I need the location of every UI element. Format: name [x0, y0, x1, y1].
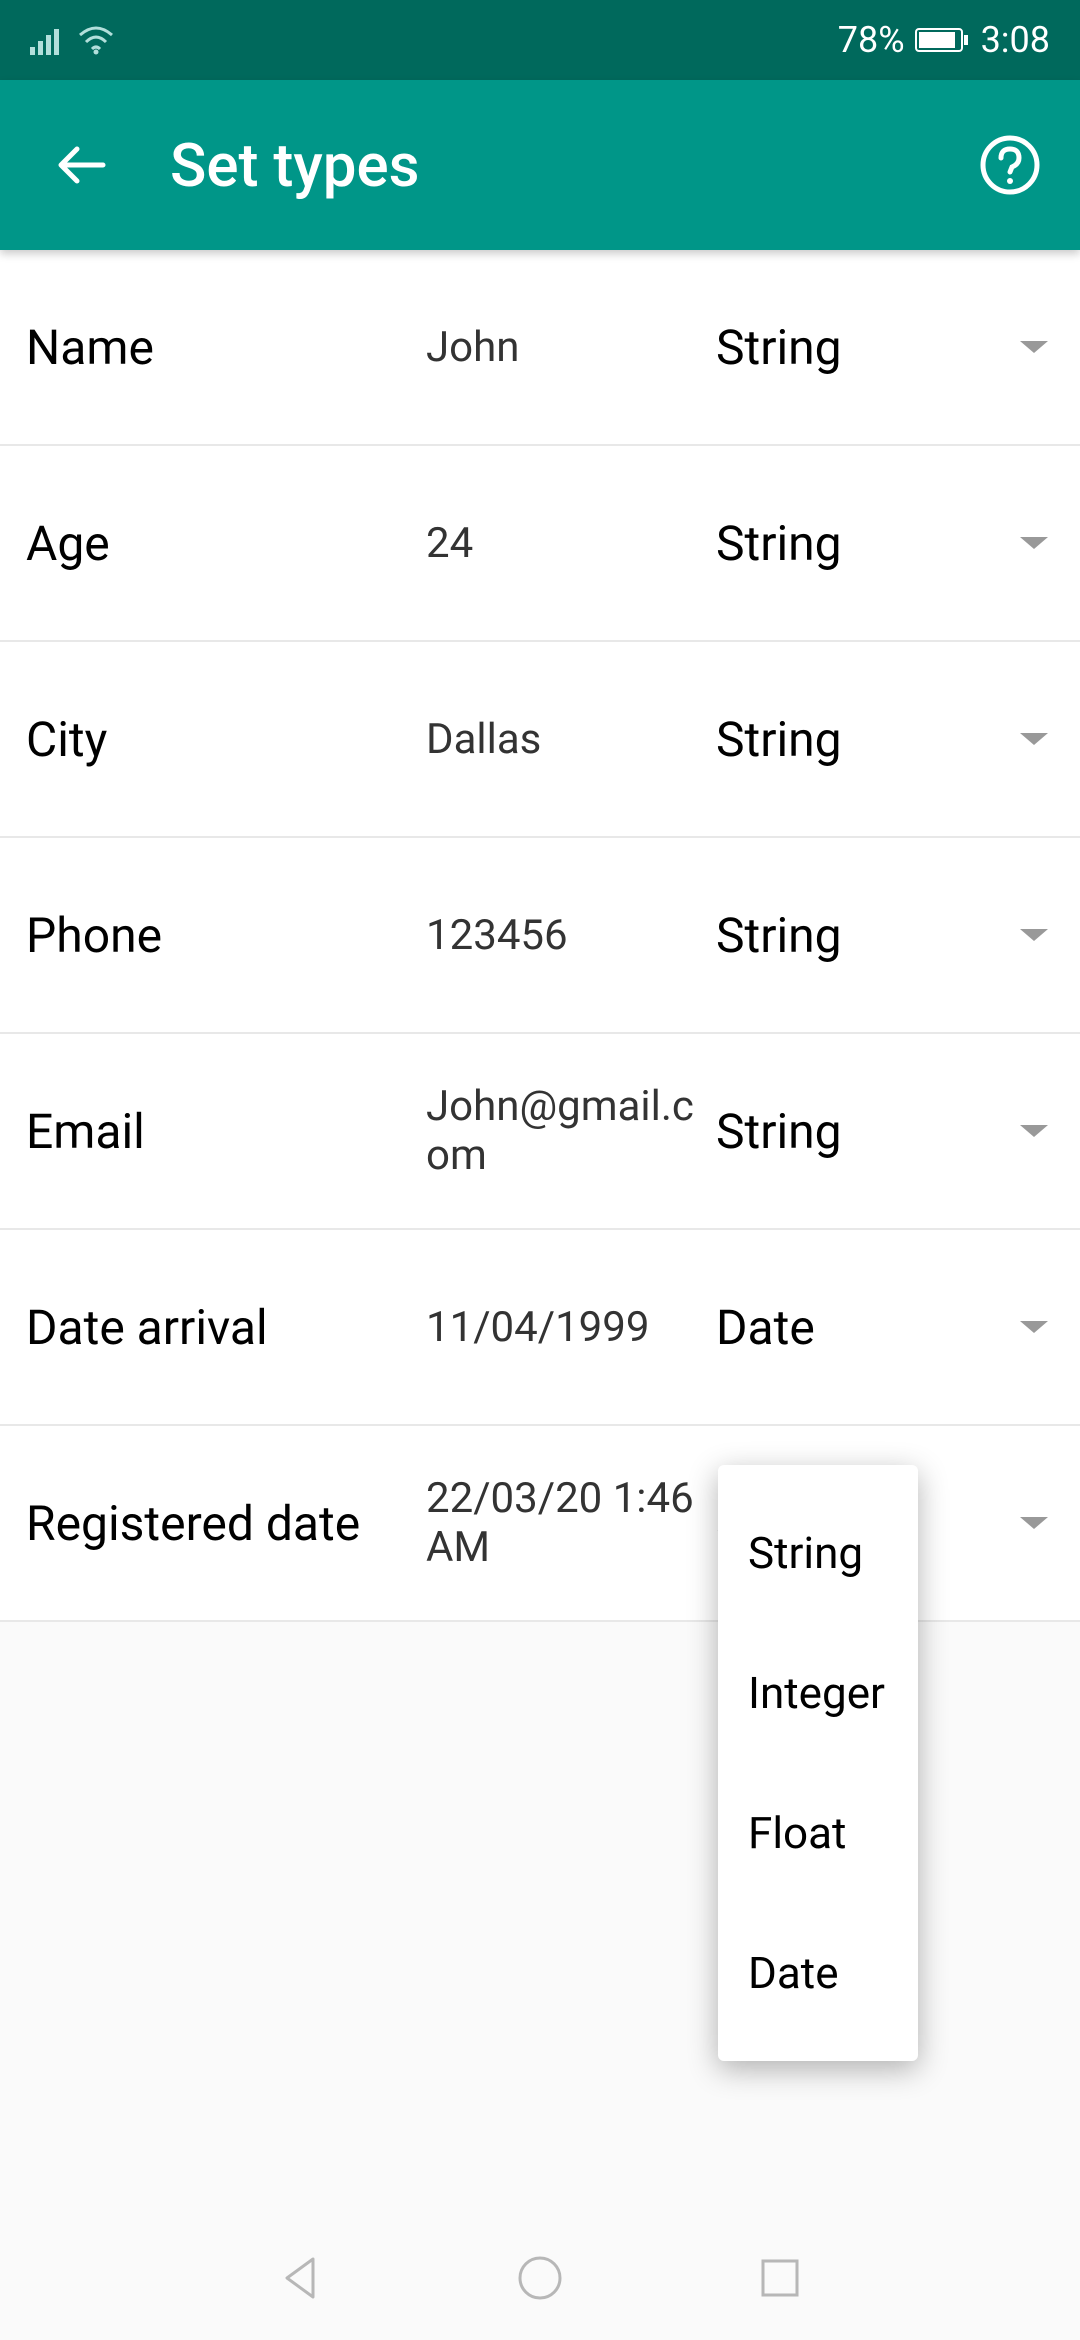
type-selector[interactable]: String [716, 907, 1050, 964]
type-selector[interactable]: String [716, 711, 1050, 768]
type-row-registered-date[interactable]: Registered date 22/03/20 1:46 AM String [0, 1426, 1080, 1622]
dropdown-option-float[interactable]: Float [718, 1763, 918, 1903]
row-value: John@gmail.com [426, 1082, 716, 1180]
type-row-city[interactable]: City Dallas String [0, 642, 1080, 838]
type-selector[interactable]: String [716, 319, 1050, 376]
chevron-down-icon [1018, 1121, 1050, 1141]
type-text: String [716, 711, 842, 768]
wifi-icon [76, 25, 116, 55]
nav-back-button[interactable] [275, 2253, 325, 2307]
row-value: 22/03/20 1:46 AM [426, 1474, 716, 1572]
help-icon [979, 134, 1041, 196]
dropdown-option-date[interactable]: Date [718, 1903, 918, 2043]
row-label: Phone [26, 907, 426, 964]
nav-recent-icon [755, 2253, 805, 2303]
chevron-down-icon [1018, 337, 1050, 357]
navigation-bar [0, 2220, 1080, 2340]
type-row-name[interactable]: Name John String [0, 250, 1080, 446]
dropdown-option-integer[interactable]: Integer [718, 1623, 918, 1763]
chevron-down-icon [1018, 1317, 1050, 1337]
type-selector[interactable]: String [716, 1103, 1050, 1160]
nav-back-icon [275, 2253, 325, 2303]
type-selector[interactable]: String [716, 515, 1050, 572]
type-dropdown-popup: String Integer Float Date [718, 1465, 918, 2061]
row-value: Dallas [426, 715, 716, 764]
row-label: Age [26, 515, 426, 572]
type-text: String [716, 319, 842, 376]
type-text: Date [716, 1299, 815, 1356]
chevron-down-icon [1018, 533, 1050, 553]
chevron-down-icon [1018, 925, 1050, 945]
clock: 3:08 [981, 19, 1050, 61]
back-button[interactable] [30, 138, 130, 192]
type-selector[interactable]: Date [716, 1299, 1050, 1356]
type-row-phone[interactable]: Phone 123456 String [0, 838, 1080, 1034]
row-value: 11/04/1999 [426, 1303, 716, 1352]
help-button[interactable] [970, 134, 1050, 196]
status-right: 78% 3:08 [838, 19, 1050, 61]
chevron-down-icon [1018, 729, 1050, 749]
nav-home-icon [515, 2253, 565, 2303]
battery-percent: 78% [838, 19, 905, 61]
row-label: Registered date [26, 1495, 426, 1552]
status-left [30, 25, 116, 55]
signal-icon [30, 25, 64, 55]
row-label: Date arrival [26, 1299, 426, 1356]
nav-home-button[interactable] [515, 2253, 565, 2307]
row-value: John [426, 323, 716, 372]
type-row-age[interactable]: Age 24 String [0, 446, 1080, 642]
dropdown-option-string[interactable]: String [718, 1483, 918, 1623]
type-row-email[interactable]: Email John@gmail.com String [0, 1034, 1080, 1230]
arrow-back-icon [53, 138, 107, 192]
chevron-down-icon [1018, 1513, 1050, 1533]
type-row-date-arrival[interactable]: Date arrival 11/04/1999 Date [0, 1230, 1080, 1426]
row-label: Email [26, 1103, 426, 1160]
nav-recent-button[interactable] [755, 2253, 805, 2307]
row-label: Name [26, 319, 426, 376]
app-bar: Set types [0, 80, 1080, 250]
type-text: String [716, 907, 842, 964]
row-value: 123456 [426, 911, 716, 960]
type-text: String [716, 1103, 842, 1160]
battery-icon [915, 26, 971, 54]
status-bar: 78% 3:08 [0, 0, 1080, 80]
type-text: String [716, 515, 842, 572]
page-title: Set types [170, 130, 970, 201]
row-label: City [26, 711, 426, 768]
content: Name John String Age 24 String City Dall… [0, 250, 1080, 1622]
row-value: 24 [426, 519, 716, 568]
